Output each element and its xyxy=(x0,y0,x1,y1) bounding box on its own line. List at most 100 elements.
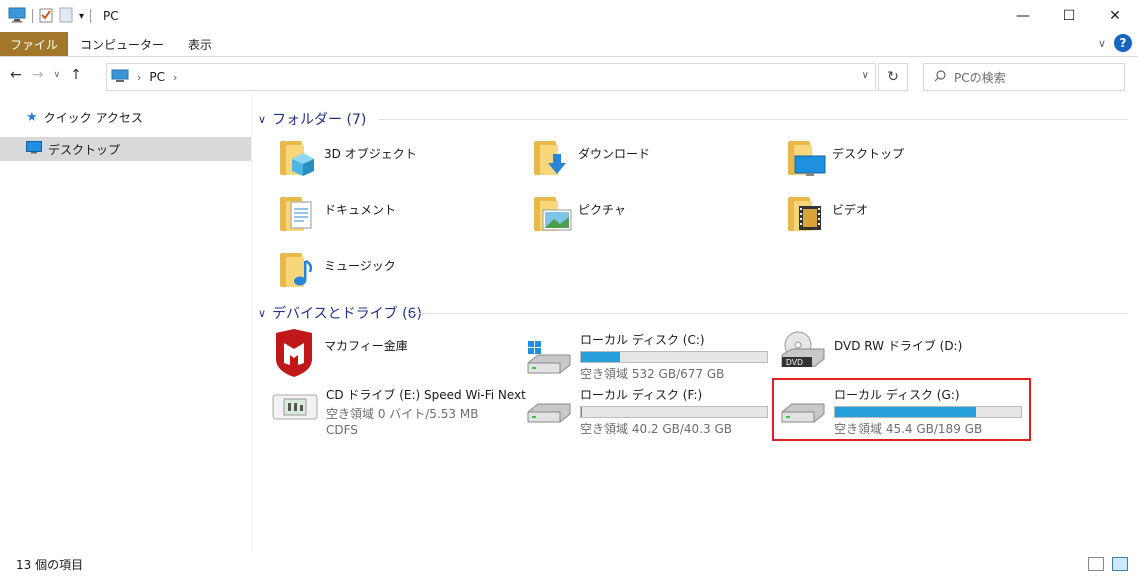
tab-view[interactable]: 表示 xyxy=(176,32,224,56)
device-item-local-disk-c[interactable]: ローカル ディスク (C:) 空き領域 532 GB/677 GB xyxy=(526,331,768,382)
qat-separator xyxy=(32,9,33,23)
folder-label: ドキュメント xyxy=(324,203,397,217)
3d-objects-icon xyxy=(278,137,318,177)
mcafee-icon xyxy=(272,329,316,380)
devices-group-header[interactable]: ∨ デバイスとドライブ (6) xyxy=(258,303,1128,323)
address-bar[interactable]: › PC › ∨ xyxy=(106,63,876,91)
breadcrumb-pc[interactable]: PC xyxy=(149,70,165,84)
status-bar: 13 個の項目 xyxy=(0,552,1138,577)
up-arrow-icon[interactable]: ↑ xyxy=(70,67,82,83)
free-space-text: 空き領域 40.2 GB/40.3 GB xyxy=(580,422,732,436)
item-count: 13 個の項目 xyxy=(16,558,84,572)
search-input[interactable]: PCの検索 xyxy=(923,63,1125,91)
folder-item[interactable]: ダウンロード xyxy=(532,137,650,177)
folder-item[interactable]: ビデオ xyxy=(786,193,868,233)
large-icons-view-icon[interactable] xyxy=(1112,557,1128,571)
device-label: ローカル ディスク (C:) xyxy=(580,333,705,347)
close-button[interactable]: ✕ xyxy=(1092,0,1138,32)
forward-arrow-icon[interactable]: → xyxy=(32,67,44,83)
ribbon-tabs: ファイル コンピューター 表示 ∨ ? xyxy=(0,32,1138,56)
device-label: マカフィー金庫 xyxy=(324,339,408,353)
sidebar-item-label: デスクトップ xyxy=(48,142,121,157)
music-icon xyxy=(278,249,318,289)
minimize-button[interactable]: — xyxy=(1000,0,1046,32)
free-space-text: 空き領域 0 バイト/5.53 MB xyxy=(326,407,479,421)
sidebar-item-quick-access[interactable]: ★ クイック アクセス xyxy=(0,105,251,129)
folder-item[interactable]: 3D オブジェクト xyxy=(278,137,417,177)
folder-item[interactable]: ドキュメント xyxy=(278,193,396,233)
desktop-folder-icon xyxy=(786,137,826,177)
group-divider xyxy=(378,119,1128,120)
folder-label: ミュージック xyxy=(324,259,396,273)
device-item-dvd-drive[interactable]: DVD DVD RW ドライブ (D:) xyxy=(780,331,962,370)
device-label: CD ドライブ (E:) Speed Wi-Fi Next xyxy=(326,388,526,402)
maximize-button[interactable]: ☐ xyxy=(1046,0,1092,32)
back-arrow-icon[interactable]: ← xyxy=(10,67,22,83)
folder-item[interactable]: ミュージック xyxy=(278,249,396,289)
window-controls: — ☐ ✕ xyxy=(1000,0,1138,32)
folder-label: ダウンロード xyxy=(578,147,651,161)
windows-drive-icon xyxy=(526,341,572,374)
address-dropdown-icon[interactable]: ∨ xyxy=(862,70,869,81)
expand-ribbon-icon[interactable]: ∨ xyxy=(1098,37,1106,50)
qat-separator-2 xyxy=(90,9,92,23)
wifi-router-icon xyxy=(272,394,318,438)
quick-access-toolbar: ▾ PC xyxy=(0,7,119,26)
folders-group-header[interactable]: ∨ フォルダー (7) xyxy=(258,109,1128,129)
device-item-mcafee[interactable]: マカフィー金庫 xyxy=(272,329,408,380)
details-view-icon[interactable] xyxy=(1088,557,1104,571)
title-bar: ▾ PC — ☐ ✕ xyxy=(0,0,1138,32)
folder-label: 3D オブジェクト xyxy=(324,147,417,161)
sidebar-item-label: クイック アクセス xyxy=(43,110,143,125)
help-icon[interactable]: ? xyxy=(1114,34,1132,52)
tab-computer[interactable]: コンピューター xyxy=(68,32,176,56)
free-space-text: 空き領域 532 GB/677 GB xyxy=(580,367,725,381)
desktop-icon xyxy=(26,141,42,157)
recent-locations-chevron-icon[interactable]: ∨ xyxy=(53,70,60,80)
usage-bar-fill xyxy=(581,407,582,417)
address-pc-icon xyxy=(111,69,129,86)
downloads-icon xyxy=(532,137,572,177)
device-label: ローカル ディスク (F:) xyxy=(580,388,703,402)
properties-icon[interactable] xyxy=(39,7,53,26)
device-label: DVD RW ドライブ (D:) xyxy=(834,339,963,353)
ribbon-right-controls: ∨ ? xyxy=(1098,34,1132,52)
usage-bar-fill xyxy=(581,352,621,362)
breadcrumb-chevron-icon-2[interactable]: › xyxy=(173,71,177,84)
sidebar-item-desktop[interactable]: デスクトップ xyxy=(0,137,251,161)
navigation-buttons: ← → ∨ ↑ xyxy=(10,67,82,83)
svg-text:DVD: DVD xyxy=(786,358,803,367)
folder-item[interactable]: ピクチャ xyxy=(532,193,626,233)
videos-icon xyxy=(786,193,826,233)
refresh-button[interactable]: ↻ xyxy=(878,63,908,91)
view-toggle xyxy=(1088,557,1128,571)
folder-label: デスクトップ xyxy=(832,147,905,161)
breadcrumb-chevron-icon[interactable]: › xyxy=(137,71,141,84)
folder-item[interactable]: デスクトップ xyxy=(786,137,904,177)
group-divider xyxy=(408,313,1128,314)
usage-bar xyxy=(580,351,768,363)
dvd-drive-icon: DVD xyxy=(780,331,826,370)
search-icon xyxy=(934,69,946,85)
tab-file[interactable]: ファイル xyxy=(0,32,69,56)
collapse-chevron-icon[interactable]: ∨ xyxy=(258,307,266,320)
refresh-icon: ↻ xyxy=(887,69,899,85)
pictures-icon xyxy=(532,193,572,233)
new-folder-icon[interactable] xyxy=(59,7,73,26)
group-title: デバイスとドライブ (6) xyxy=(272,306,422,322)
documents-icon xyxy=(278,193,318,233)
collapse-chevron-icon[interactable]: ∨ xyxy=(258,113,266,126)
folder-label: ビデオ xyxy=(832,203,869,217)
window-title: PC xyxy=(103,9,119,23)
navigation-pane: ★ クイック アクセス デスクトップ xyxy=(0,95,252,552)
pc-icon xyxy=(8,7,26,26)
device-item-local-disk-f[interactable]: ローカル ディスク (F:) 空き領域 40.2 GB/40.3 GB xyxy=(526,386,768,437)
search-placeholder: PCの検索 xyxy=(954,70,1006,85)
star-icon: ★ xyxy=(26,109,38,125)
content-pane: ∨ フォルダー (7) 3D オブジェクト ダウンロード デスクトップ ドキュメ… xyxy=(252,95,1138,552)
address-row: ← → ∨ ↑ › PC › ∨ ↻ PCの検索 xyxy=(0,57,1138,95)
selection-highlight-box xyxy=(772,378,1031,441)
device-item-cd-drive-e[interactable]: CD ドライブ (E:) Speed Wi-Fi Next 空き領域 0 バイト… xyxy=(272,386,526,438)
filesystem-text: CDFS xyxy=(326,423,358,437)
customize-qat-dropdown-icon[interactable]: ▾ xyxy=(79,11,84,22)
